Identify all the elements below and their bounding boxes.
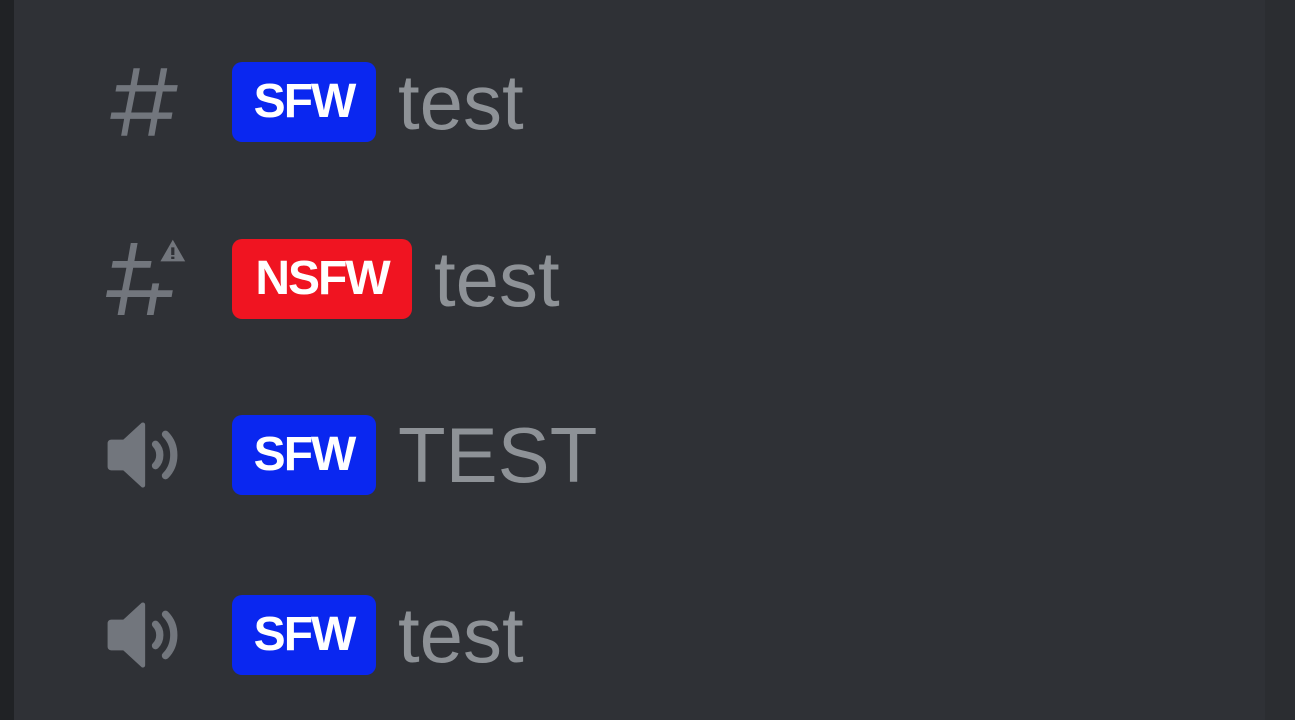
hashtag-icon (96, 54, 192, 150)
speaker-icon (96, 587, 192, 683)
channel-list: SFW test NSFW test SFW TEST SFW test (14, 0, 1265, 720)
channel-item-nsfw-test[interactable]: NSFW test (14, 219, 1265, 339)
sfw-badge: SFW (232, 62, 376, 142)
scrollbar-track[interactable] (1265, 0, 1295, 720)
sfw-badge: SFW (232, 595, 376, 675)
channel-name: test (398, 591, 524, 679)
channel-name: test (398, 58, 524, 146)
hashtag-warning-icon (96, 231, 192, 327)
channel-item-voice-test[interactable]: SFW test (14, 575, 1265, 695)
sfw-badge: SFW (232, 415, 376, 495)
nsfw-badge: NSFW (232, 239, 412, 319)
channel-item-text-test[interactable]: SFW test (14, 42, 1265, 162)
server-rail-edge (0, 0, 14, 720)
speaker-icon (96, 407, 192, 503)
channel-item-voice-test-upper[interactable]: SFW TEST (14, 395, 1265, 515)
channel-name: TEST (398, 411, 598, 499)
channel-name: test (434, 235, 560, 323)
channel-sidebar: SFW test NSFW test SFW TEST SFW test (0, 0, 1295, 720)
